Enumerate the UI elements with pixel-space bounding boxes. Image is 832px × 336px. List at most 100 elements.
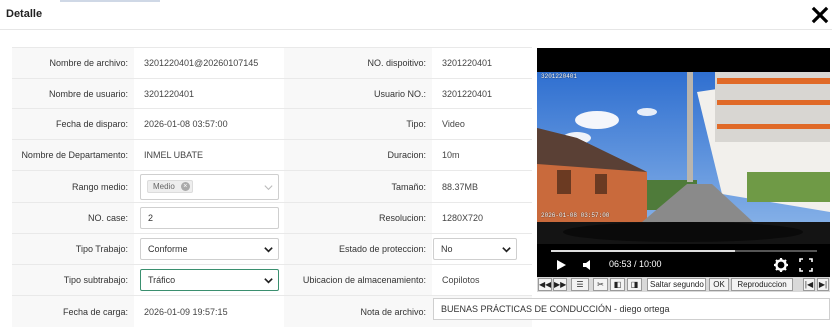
settings-gear-icon[interactable]: [773, 257, 789, 273]
label-cell: Tipo subtrabajo:: [12, 265, 134, 295]
nota-archivo-input[interactable]: BUENAS PRÁCTICAS DE CONDUCCIÓN - diego o…: [433, 298, 830, 320]
nombre-archivo-value: 3201220401@20260107145: [144, 58, 259, 68]
row-tipo-trabajo: Tipo Trabajo: Conforme Estado de protecc…: [12, 234, 532, 265]
tipo-subtrabajo-select[interactable]: Tráfico: [140, 269, 279, 291]
nombre-archivo-label: Nombre de archivo:: [49, 58, 128, 68]
details-panel: Nombre de archivo: 3201220401@2026010714…: [12, 47, 532, 328]
tipo-trabajo-label: Tipo Trabajo:: [75, 244, 128, 254]
nombre-usuario-value: 3201220401: [144, 88, 195, 99]
nota-archivo-label: Nota de archivo:: [360, 307, 426, 317]
value-cell: Tráfico: [134, 265, 284, 295]
fecha-carga-value: 2026-01-09 19:57:15: [144, 307, 228, 317]
value-cell: Copilotos: [432, 265, 532, 295]
row-fecha-disparo: Fecha de disparo: 2026-01-08 03:57:00 Ti…: [12, 109, 532, 140]
label-cell: Duracion:: [284, 140, 432, 170]
tipo-trabajo-select[interactable]: Conforme: [140, 238, 279, 260]
label-cell: Rango medio:: [12, 171, 134, 202]
tipo-trabajo-value: Conforme: [148, 244, 188, 254]
row-departamento: Nombre de Departamento: INMEL UBATE Dura…: [12, 140, 532, 171]
modal-title: Detalle: [6, 8, 43, 20]
label-cell: Ubicacion de almacenamiento:: [284, 265, 432, 295]
frame-forward-icon[interactable]: ◨: [627, 278, 642, 291]
tamano-value: 88.37MB: [442, 181, 479, 192]
ok-button[interactable]: OK: [709, 278, 729, 291]
ubicacion-label: Ubicacion de almacenamiento:: [302, 275, 426, 285]
value-cell: Conforme: [134, 234, 284, 264]
estado-proteccion-label: Estado de proteccion:: [338, 244, 426, 254]
row-no-case: NO. case: 2 Resolucion: 1280X720: [12, 203, 532, 234]
label-cell: Nombre de usuario:: [12, 79, 134, 108]
last-frame-icon[interactable]: ▶|: [817, 278, 829, 291]
skip-seconds-input[interactable]: Saltar segundo: [647, 278, 706, 291]
close-icon[interactable]: [810, 5, 830, 25]
modal-header: Detalle: [0, 0, 832, 30]
ubicacion-value: Copilotos: [442, 275, 480, 285]
value-cell: 1280X720: [432, 203, 532, 233]
fullscreen-icon[interactable]: [799, 257, 813, 273]
label-cell: Fecha de disparo:: [12, 109, 134, 139]
video-player[interactable]: 3201220401 2026-01-08 03:57:00 06:53 / 1…: [537, 48, 830, 277]
tipo-label: Tipo:: [406, 119, 426, 129]
nombre-usuario-label: Nombre de usuario:: [48, 88, 128, 99]
label-cell: Nombre de archivo:: [12, 48, 134, 78]
estado-proteccion-value: No: [441, 244, 453, 254]
resolucion-value: 1280X720: [442, 213, 484, 223]
list-icon[interactable]: ☰: [571, 278, 589, 291]
value-cell: No: [432, 234, 532, 264]
row-nombre-usuario: Nombre de usuario: 3201220401 Usuario NO…: [12, 79, 532, 109]
rango-medio-chip-label: Medio: [153, 182, 175, 191]
volume-icon[interactable]: [581, 257, 595, 273]
fecha-disparo-label: Fecha de disparo:: [55, 119, 128, 129]
fecha-carga-label: Fecha de carga:: [62, 307, 128, 317]
rango-medio-select[interactable]: Medio ×: [140, 174, 279, 200]
value-cell: INMEL UBATE: [134, 140, 284, 170]
label-cell: NO. dispoitivo:: [284, 48, 432, 78]
row-rango-medio: Rango medio: Medio × Tamaño: 88.37MB: [12, 171, 532, 203]
label-cell: Usuario NO.:: [284, 79, 432, 108]
value-cell: 3201220401: [134, 79, 284, 108]
value-cell: Medio ×: [134, 171, 284, 202]
tamano-label: Tamaño:: [391, 181, 426, 192]
departamento-value: INMEL UBATE: [144, 150, 204, 160]
label-cell: Resolucion:: [284, 203, 432, 233]
label-cell: Fecha de carga:: [12, 296, 134, 328]
estado-proteccion-select[interactable]: No: [433, 238, 517, 260]
resolucion-label: Resolucion:: [378, 213, 426, 223]
value-cell: 2026-01-08 03:57:00: [134, 109, 284, 139]
usuario-no-value: 3201220401: [442, 88, 493, 99]
duracion-label: Duracion:: [387, 150, 426, 160]
chevron-down-icon: [502, 247, 511, 253]
frame-back-icon[interactable]: ◧: [610, 278, 625, 291]
value-cell: 10m: [432, 140, 532, 170]
chevron-down-icon: [264, 247, 273, 253]
rango-medio-chip: Medio ×: [147, 180, 193, 193]
fast-forward-button[interactable]: ▶▶: [553, 278, 567, 291]
value-cell: 88.37MB: [432, 171, 532, 202]
duracion-value: 10m: [442, 150, 460, 160]
play-icon[interactable]: [555, 257, 567, 273]
chevron-down-icon: [264, 185, 273, 191]
tipo-subtrabajo-label: Tipo subtrabajo:: [63, 275, 128, 285]
value-cell: 2026-01-09 19:57:15: [134, 296, 284, 328]
first-frame-icon[interactable]: |◀: [803, 278, 815, 291]
label-cell: Estado de proteccion:: [284, 234, 432, 264]
progress-bar[interactable]: [551, 250, 817, 252]
rewind-button[interactable]: ◀◀: [538, 278, 552, 291]
row-nombre-archivo: Nombre de archivo: 3201220401@2026010714…: [12, 48, 532, 79]
value-cell: 3201220401: [432, 79, 532, 108]
label-cell: Tamaño:: [284, 171, 432, 202]
playback-button[interactable]: Reproduccion: [731, 278, 793, 291]
label-cell: Tipo:: [284, 109, 432, 139]
progress-fill: [551, 250, 735, 252]
no-case-input[interactable]: 2: [140, 207, 279, 229]
no-dispositivo-label: NO. dispoitivo:: [367, 58, 426, 68]
no-dispositivo-value: 3201220401: [442, 58, 493, 68]
label-cell: Tipo Trabajo:: [12, 234, 134, 264]
tipo-subtrabajo-value: Tráfico: [148, 275, 176, 285]
label-cell: Nombre de Departamento:: [12, 140, 134, 170]
cut-icon[interactable]: ✂: [593, 278, 608, 291]
time-display: 06:53 / 10:00: [609, 259, 662, 269]
player-toolbar: ◀◀ ▶▶ ☰ ✂ ◧ ◨ Saltar segundo OK Reproduc…: [537, 277, 830, 292]
no-case-value: 2: [148, 213, 154, 223]
chip-remove-icon[interactable]: ×: [180, 182, 190, 191]
